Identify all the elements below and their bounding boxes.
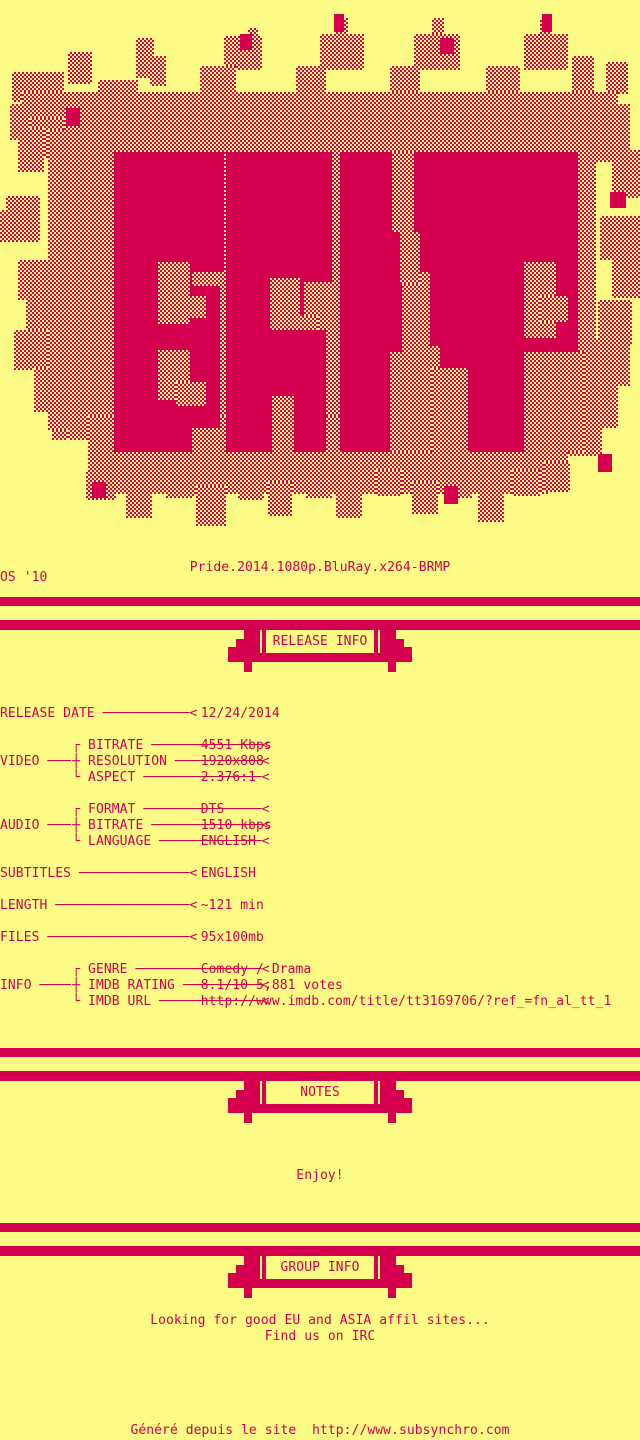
banner-label: RELEASE INFO: [272, 634, 368, 649]
info-group-name: AUDIO ───: [0, 818, 72, 833]
info-row-value: 4551 Kbps: [200, 738, 272, 753]
separator-bar: [0, 597, 640, 606]
release-title: Pride.2014.1080p.BluRay.x264-BRMP: [189, 560, 451, 575]
banner-topbar: [0, 1071, 640, 1081]
generator-footer: Généré depuis le site http://www.subsync…: [130, 1423, 510, 1438]
info-row-value: 12/24/2014: [200, 706, 280, 721]
info-row-value: 1920x808: [200, 754, 264, 769]
info-row-value: 95x100mb: [200, 930, 264, 945]
info-row-label: FILES ──────────────────<: [0, 930, 198, 945]
info-row-value: Comedy / Drama: [200, 962, 312, 977]
info-row-value: ENGLISH: [200, 834, 257, 849]
info-row-label: LENGTH ─────────────────<: [0, 898, 198, 913]
info-row-value: 1510 kbps: [200, 818, 272, 833]
banner-notes: NOTES: [0, 1071, 640, 1123]
info-row-value: http://www.imdb.com/title/tt3169706/?ref…: [200, 994, 612, 1009]
banner-group-info: GROUP INFO: [0, 1246, 640, 1298]
separator-bar: [0, 1223, 640, 1232]
info-row-label: RELEASE DATE ───────────<: [0, 706, 198, 721]
info-row-label: ┌ FORMAT ───────────────<: [72, 802, 270, 817]
info-row-value: ~121 min: [200, 898, 264, 913]
banner-topbar: [0, 620, 640, 630]
info-group-name: INFO ────: [0, 978, 72, 993]
group-info-line-2: Find us on IRC: [264, 1329, 376, 1344]
info-row-value: 2.376:1: [200, 770, 257, 785]
info-row-value: ENGLISH: [200, 866, 257, 881]
info-group-name: VIDEO ───: [0, 754, 72, 769]
banner-label: NOTES: [300, 1085, 340, 1100]
separator-bar: [0, 1048, 640, 1057]
info-row-value: DTS: [200, 802, 225, 817]
notes-body: Enjoy!: [296, 1168, 344, 1183]
info-row-label: SUBTITLES ──────────────<: [0, 866, 198, 881]
ascii-art-logo: OS '10: [0, 0, 640, 585]
info-row-value: 8.1/10 5,881 votes: [200, 978, 343, 993]
banner-release-info: RELEASE INFO: [0, 620, 640, 672]
group-info-line-1: Looking for good EU and ASIA affil sites…: [150, 1313, 490, 1328]
banner-topbar: [0, 1246, 640, 1256]
banner-label: GROUP INFO: [280, 1260, 360, 1275]
